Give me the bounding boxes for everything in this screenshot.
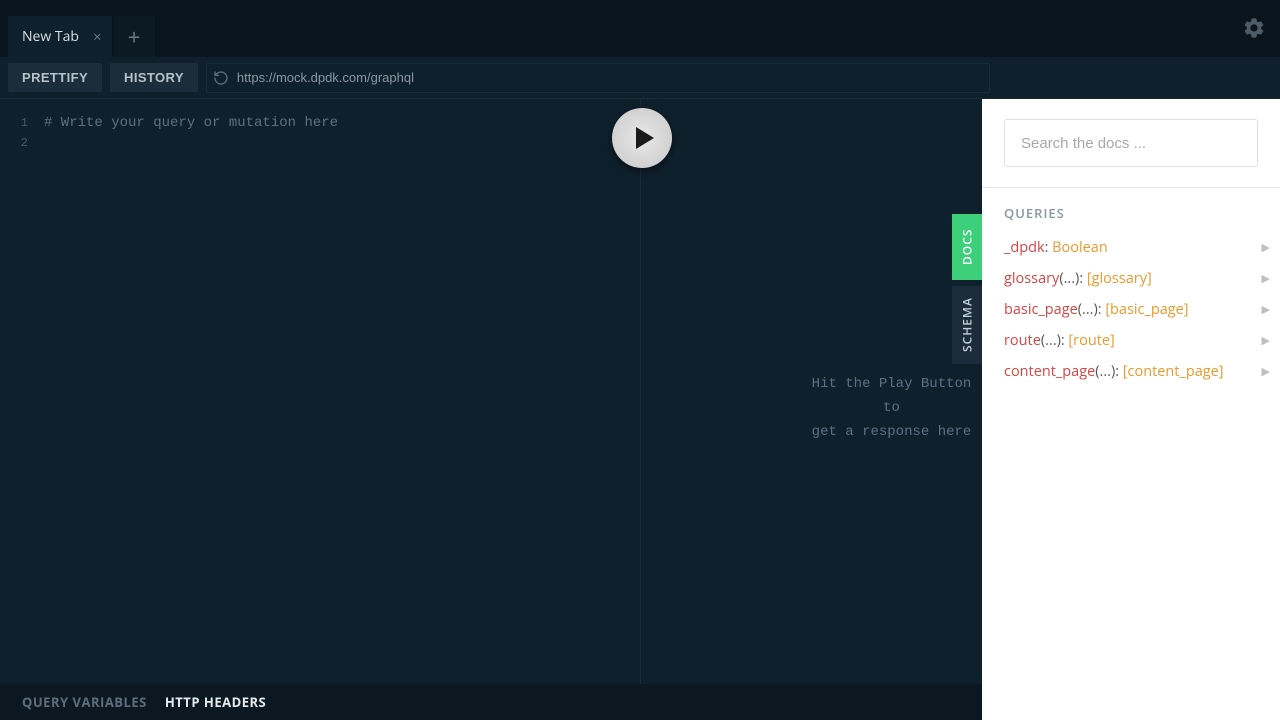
query-type: [basic_page] bbox=[1105, 300, 1188, 319]
chevron-right-icon: ▶ bbox=[1262, 240, 1270, 255]
reload-icon[interactable] bbox=[213, 70, 229, 86]
response-placeholder: Hit the Play Button to get a response he… bbox=[641, 372, 982, 444]
docs-panel: QUERIES _dpdk: Boolean ▶ glossary(...): … bbox=[982, 99, 1280, 720]
query-item[interactable]: _dpdk: Boolean ▶ bbox=[1004, 232, 1270, 263]
docs-search-input[interactable] bbox=[1004, 119, 1258, 167]
query-args: (...) bbox=[1095, 362, 1115, 381]
query-name: route bbox=[1004, 331, 1041, 350]
query-item[interactable]: glossary(...): [glossary] ▶ bbox=[1004, 263, 1270, 294]
query-name: _dpdk bbox=[1004, 238, 1045, 257]
query-args: (...) bbox=[1041, 331, 1061, 350]
side-tabs: DOCS SCHEMA bbox=[952, 214, 982, 370]
query-editor-pane[interactable]: 1 2 # Write your query or mutation here bbox=[0, 99, 640, 720]
execute-query-button[interactable] bbox=[612, 108, 672, 168]
chevron-right-icon: ▶ bbox=[1262, 364, 1270, 379]
docs-tab[interactable]: DOCS bbox=[952, 214, 982, 280]
queries-header: QUERIES bbox=[982, 188, 1280, 232]
http-headers-tab[interactable]: HTTP HEADERS bbox=[165, 693, 266, 711]
plus-icon: + bbox=[128, 22, 141, 52]
query-type: [route] bbox=[1068, 331, 1114, 350]
chevron-right-icon: ▶ bbox=[1262, 333, 1270, 348]
editor-tab[interactable]: New Tab × bbox=[8, 16, 112, 57]
line-gutter: 1 2 bbox=[0, 99, 34, 720]
query-args: (...) bbox=[1059, 269, 1079, 288]
query-args: (...) bbox=[1078, 300, 1098, 319]
line-number: 2 bbox=[0, 133, 28, 153]
top-tab-bar: New Tab × + bbox=[0, 0, 1280, 57]
query-name: content_page bbox=[1004, 362, 1095, 381]
history-button[interactable]: HISTORY bbox=[110, 63, 198, 92]
docs-search-wrap bbox=[982, 99, 1280, 188]
queries-list: _dpdk: Boolean ▶ glossary(...): [glossar… bbox=[982, 232, 1280, 387]
chevron-right-icon: ▶ bbox=[1262, 271, 1270, 286]
endpoint-url-wrap bbox=[206, 63, 990, 93]
settings-button[interactable] bbox=[1242, 16, 1266, 45]
editor-content[interactable]: # Write your query or mutation here bbox=[44, 113, 640, 133]
query-type: [glossary] bbox=[1087, 269, 1152, 288]
response-hint-line: get a response here bbox=[801, 420, 982, 444]
query-name: glossary bbox=[1004, 269, 1059, 288]
query-item[interactable]: route(...): [route] ▶ bbox=[1004, 325, 1270, 356]
response-hint-line: Hit the Play Button to bbox=[801, 372, 982, 420]
query-variables-tab[interactable]: QUERY VARIABLES bbox=[22, 693, 147, 711]
tab-title: New Tab bbox=[22, 27, 79, 46]
query-item[interactable]: content_page(...): [content_page] ▶ bbox=[1004, 356, 1270, 387]
response-pane: Hit the Play Button to get a response he… bbox=[640, 99, 982, 720]
query-name: basic_page bbox=[1004, 300, 1078, 319]
new-tab-button[interactable]: + bbox=[114, 16, 155, 57]
chevron-right-icon: ▶ bbox=[1262, 302, 1270, 317]
endpoint-url-input[interactable] bbox=[237, 70, 989, 85]
bottom-bar: QUERY VARIABLES HTTP HEADERS bbox=[0, 684, 982, 720]
line-number: 1 bbox=[0, 113, 28, 133]
query-item[interactable]: basic_page(...): [basic_page] ▶ bbox=[1004, 294, 1270, 325]
query-type: Boolean bbox=[1052, 238, 1108, 257]
prettify-button[interactable]: PRETTIFY bbox=[8, 63, 102, 92]
query-type: [content_page] bbox=[1123, 362, 1224, 381]
schema-tab[interactable]: SCHEMA bbox=[952, 286, 982, 364]
close-tab-icon[interactable]: × bbox=[93, 27, 102, 47]
toolbar: PRETTIFY HISTORY bbox=[0, 57, 1280, 99]
main-area: 1 2 # Write your query or mutation here … bbox=[0, 99, 1280, 720]
gear-icon bbox=[1242, 23, 1266, 45]
